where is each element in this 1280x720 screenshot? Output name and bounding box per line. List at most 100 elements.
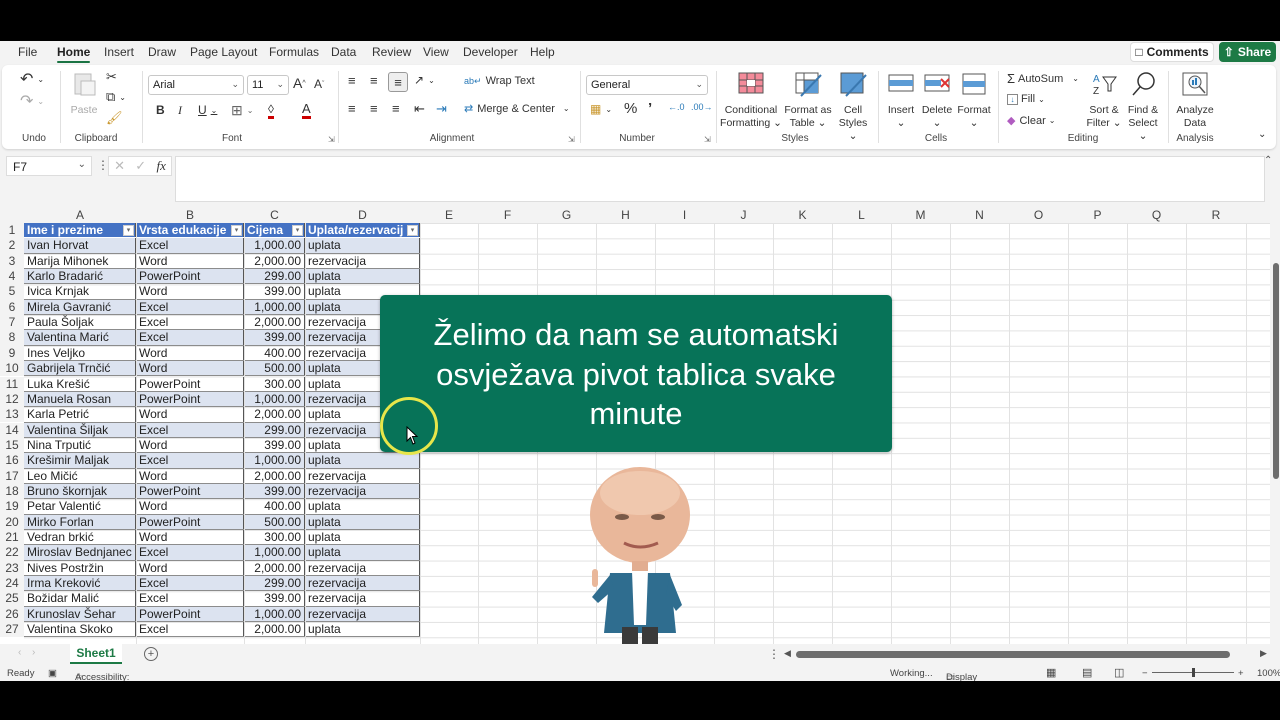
table-cell[interactable]: Petar Valentić (24, 499, 136, 514)
table-cell[interactable]: PowerPoint (136, 606, 244, 622)
table-cell[interactable]: 299.00 (244, 576, 305, 591)
table-cell[interactable]: PowerPoint (136, 269, 244, 284)
cut-button[interactable]: ✂ (106, 69, 117, 85)
align-top-button[interactable]: ≡ (348, 73, 356, 88)
table-cell[interactable]: 300.00 (244, 530, 305, 545)
table-cell[interactable]: 2,000.00 (244, 468, 305, 483)
format-cells-button[interactable]: Format ⌄ (956, 71, 992, 130)
merge-center-button[interactable]: ⇄ Merge & Center ⌄ (464, 102, 570, 116)
table-cell[interactable]: 2,000.00 (244, 253, 305, 269)
tab-insert[interactable]: Insert (104, 45, 134, 59)
format-as-table-button[interactable]: Format as Table ⌄ (784, 71, 832, 130)
comma-style-button[interactable]: ’ (648, 100, 652, 117)
table-cell[interactable]: 1,000.00 (244, 606, 305, 622)
table-cell[interactable]: 2,000.00 (244, 407, 305, 422)
formula-input[interactable] (175, 156, 1265, 202)
column-header[interactable]: R (1186, 208, 1246, 222)
increase-font-button[interactable]: A ^ (293, 75, 306, 91)
row-header[interactable]: 24 (0, 576, 24, 592)
insert-function-button[interactable]: fx (156, 158, 165, 174)
table-cell[interactable]: Excel (136, 315, 244, 330)
table-cell[interactable]: Mirko Forlan (24, 514, 136, 529)
orientation-button[interactable]: ↗ ⌄ (414, 73, 435, 87)
tab-data[interactable]: Data (331, 45, 356, 59)
column-header[interactable]: H (596, 208, 655, 222)
table-cell[interactable]: Excel (136, 576, 244, 591)
table-cell[interactable]: 2,000.00 (244, 622, 305, 637)
number-dialog-launcher-icon[interactable]: ⇲ (704, 135, 711, 144)
format-painter-button[interactable]: 🖌 (106, 110, 123, 126)
table-cell[interactable]: Manuela Rosan (24, 391, 136, 407)
redo-button[interactable]: ↷ ⌄ (20, 91, 44, 111)
font-name-select[interactable]: Arial ⌄ (148, 75, 244, 95)
autosum-button[interactable]: Σ AutoSum ⌄ (1007, 71, 1079, 86)
table-cell[interactable]: rezervacija (305, 591, 420, 606)
zoom-out-button[interactable]: − (1142, 668, 1148, 679)
tab-view[interactable]: View (423, 45, 449, 59)
conditional-formatting-button[interactable]: Conditional Formatting ⌄ (720, 71, 782, 130)
table-cell[interactable]: rezervacija (305, 253, 420, 269)
sort-filter-button[interactable]: AZ Sort & Filter ⌄ (1086, 71, 1122, 130)
accounting-format-button[interactable]: ▦ ⌄ (590, 102, 612, 116)
table-cell[interactable]: Marija Mihonek (24, 253, 136, 269)
fill-button[interactable]: ↓ Fill ⌄ (1007, 93, 1045, 105)
table-cell[interactable]: Word (136, 361, 244, 376)
table-cell[interactable]: 399.00 (244, 284, 305, 299)
filter-dropdown-icon[interactable]: ▾ (407, 225, 418, 236)
decrease-font-button[interactable]: Aˇ (314, 77, 324, 91)
row-header[interactable]: 6 (0, 299, 24, 316)
align-left-button[interactable]: ≡ (348, 101, 356, 116)
table-cell[interactable]: PowerPoint (136, 483, 244, 499)
row-header[interactable]: 1 (0, 223, 24, 239)
row-header[interactable]: 19 (0, 499, 24, 515)
table-cell[interactable]: Excel (136, 422, 244, 437)
table-cell[interactable]: Excel (136, 622, 244, 637)
normal-view-button[interactable]: ▦ (1046, 666, 1056, 679)
table-cell[interactable]: Word (136, 437, 244, 453)
table-cell[interactable]: rezervacija (305, 483, 420, 499)
table-cell[interactable]: Excel (136, 299, 244, 315)
tab-developer[interactable]: Developer (463, 45, 518, 59)
table-cell[interactable]: Excel (136, 591, 244, 606)
align-right-button[interactable]: ≡ (392, 101, 400, 116)
column-header[interactable]: D (305, 208, 420, 222)
table-cell[interactable]: Ines Veljko (24, 345, 136, 361)
table-header-cell[interactable]: Ime i prezime ▾ (24, 223, 136, 238)
column-header[interactable]: F (478, 208, 537, 222)
row-header[interactable]: 21 (0, 530, 24, 546)
column-header[interactable]: L (832, 208, 891, 222)
table-cell[interactable]: 399.00 (244, 483, 305, 499)
table-cell[interactable]: Valentina Šiljak (24, 422, 136, 437)
column-header[interactable]: J (714, 208, 773, 222)
row-header[interactable]: 27 (0, 622, 24, 638)
column-header[interactable]: I (655, 208, 714, 222)
table-cell[interactable]: 399.00 (244, 330, 305, 345)
name-box[interactable]: F7 ⌄ (6, 156, 92, 176)
table-cell[interactable]: Mirela Gavranić (24, 299, 136, 315)
table-cell[interactable]: 300.00 (244, 376, 305, 391)
row-header[interactable]: 17 (0, 468, 24, 484)
tab-draw[interactable]: Draw (148, 45, 176, 59)
row-header[interactable]: 11 (0, 376, 24, 392)
row-header[interactable]: 16 (0, 453, 24, 469)
delete-cells-button[interactable]: Delete ⌄ (920, 71, 954, 130)
table-cell[interactable]: Bruno škornjak (24, 483, 136, 499)
page-layout-view-button[interactable]: ▤ (1082, 666, 1092, 679)
row-header[interactable]: 7 (0, 315, 24, 331)
tab-home[interactable]: Home (57, 45, 91, 63)
table-header-cell[interactable]: Cijena ▾ (244, 223, 305, 238)
row-header[interactable]: 26 (0, 606, 24, 623)
tab-formulas[interactable]: Formulas (269, 45, 319, 59)
cancel-icon[interactable]: ✕ (114, 158, 125, 174)
table-cell[interactable]: 1,000.00 (244, 391, 305, 407)
table-cell[interactable]: 500.00 (244, 514, 305, 529)
table-cell[interactable]: PowerPoint (136, 514, 244, 529)
table-cell[interactable]: Valentina Skoko (24, 622, 136, 637)
undo-button[interactable]: ↶ ⌄ (20, 69, 44, 89)
column-header[interactable]: G (537, 208, 596, 222)
table-cell[interactable]: Excel (136, 238, 244, 253)
analyze-data-button[interactable]: Analyze Data (1174, 71, 1216, 130)
table-cell[interactable]: Paula Šoljak (24, 315, 136, 330)
percent-button[interactable]: % (624, 100, 637, 117)
insert-cells-button[interactable]: Insert ⌄ (884, 71, 918, 130)
